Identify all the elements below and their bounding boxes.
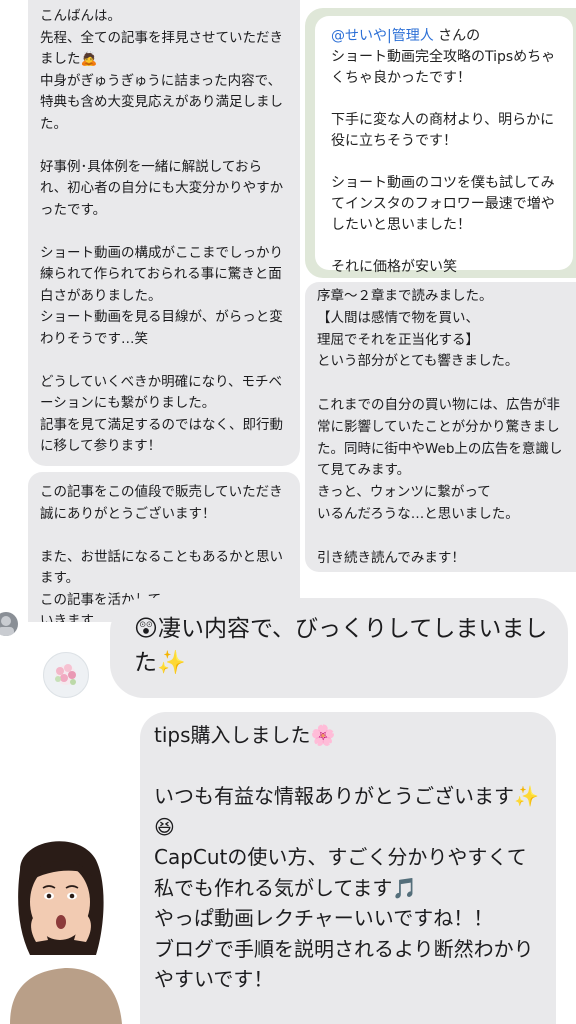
- message-text: tips購入しました🌸 いつも有益な情報ありがとうございます✨😆 CapCutの…: [154, 723, 539, 991]
- mention-link[interactable]: @せいや|管理人: [331, 28, 434, 44]
- message-bubble-amazed: 😲凄い内容で、びっくりしてしまいました✨: [110, 598, 568, 698]
- avatar[interactable]: [0, 612, 18, 636]
- message-body: さんの ショート動画完全攻略のTipsめちゃくちゃ良かったです！ 下手に変な人の…: [331, 28, 556, 275]
- message-text: 序章〜２章まで読みました。 【人間は感情で物を買い、 理屈でそれを正当化する】 …: [317, 288, 563, 566]
- message-panel-right-top: @せいや|管理人 さんの ショート動画完全攻略のTipsめちゃくちゃ良かったです…: [305, 8, 576, 278]
- avatar[interactable]: [43, 652, 89, 698]
- message-bubble-top-left: こんばんは。 先程、全ての記事を拝見させていただきました🙇 中身がぎゅうぎゅうに…: [28, 0, 300, 466]
- message-text: こんばんは。 先程、全ての記事を拝見させていただきました🙇 中身がぎゅうぎゅうに…: [40, 8, 284, 454]
- surprised-woman-image: [10, 841, 122, 1024]
- message-bubble-tips: tips購入しました🌸 いつも有益な情報ありがとうございます✨😆 CapCutの…: [140, 712, 556, 1024]
- message-card: @せいや|管理人 さんの ショート動画完全攻略のTipsめちゃくちゃ良かったです…: [315, 16, 573, 275]
- flower-icon: [55, 664, 76, 685]
- message-bubble-right-mid: 序章〜２章まで読みました。 【人間は感情で物を買い、 理屈でそれを正当化する】 …: [305, 282, 576, 572]
- message-text: 😲凄い内容で、びっくりしてしまいました✨: [134, 616, 548, 676]
- message-text: @せいや|管理人 さんの ショート動画完全攻略のTipsめちゃくちゃ良かったです…: [331, 26, 563, 278]
